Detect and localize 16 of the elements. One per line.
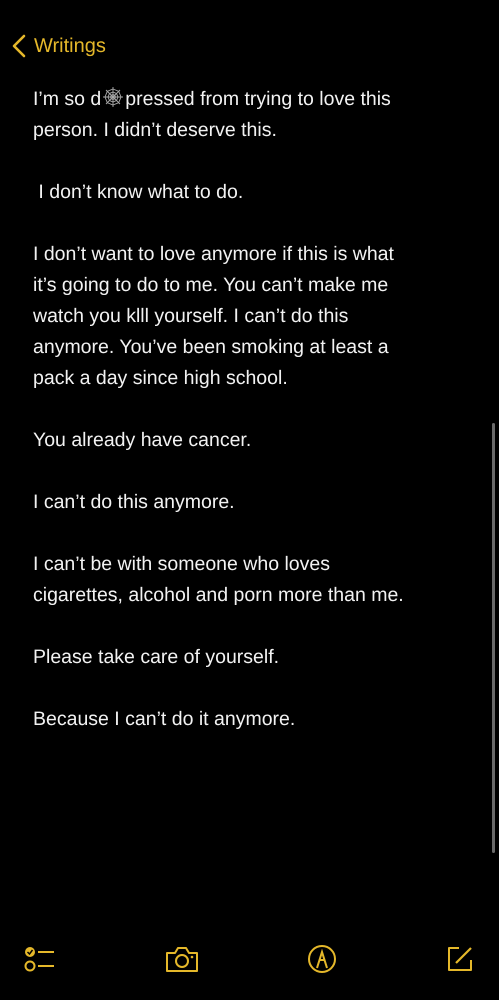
note-paragraph: I can’t do this anymore. [33,490,236,515]
note-paragraph: I don’t want to love anymore if this is what it’s going to do to me. You can’t make me watch you klll yourself. I can’t do this anymore. You’ve been smoking at least a pack a day since high school. [33,242,395,391]
note-text: I’m so d [33,88,102,110]
markup-button[interactable] [307,944,338,974]
note-text: pressed from trying to love this [125,88,391,110]
back-button[interactable]: Writings [12,34,106,58]
camera-button[interactable] [164,945,200,973]
spider-web-icon [102,86,124,108]
note-text: person. I didn’t deserve this. [33,119,277,141]
checklist-button[interactable] [24,945,56,973]
note-paragraph: Because I can’t do it anymore. [33,707,296,732]
note-paragraph: Please take care of yourself. [33,645,280,670]
chevron-left-icon [12,34,26,58]
note-paragraph: I don’t know what to do. [37,180,244,205]
note-paragraph: You already have cancer. [33,428,252,453]
note-paragraph: I can’t be with someone who loves cigarettes, alcohol and porn more than me. [33,552,405,608]
